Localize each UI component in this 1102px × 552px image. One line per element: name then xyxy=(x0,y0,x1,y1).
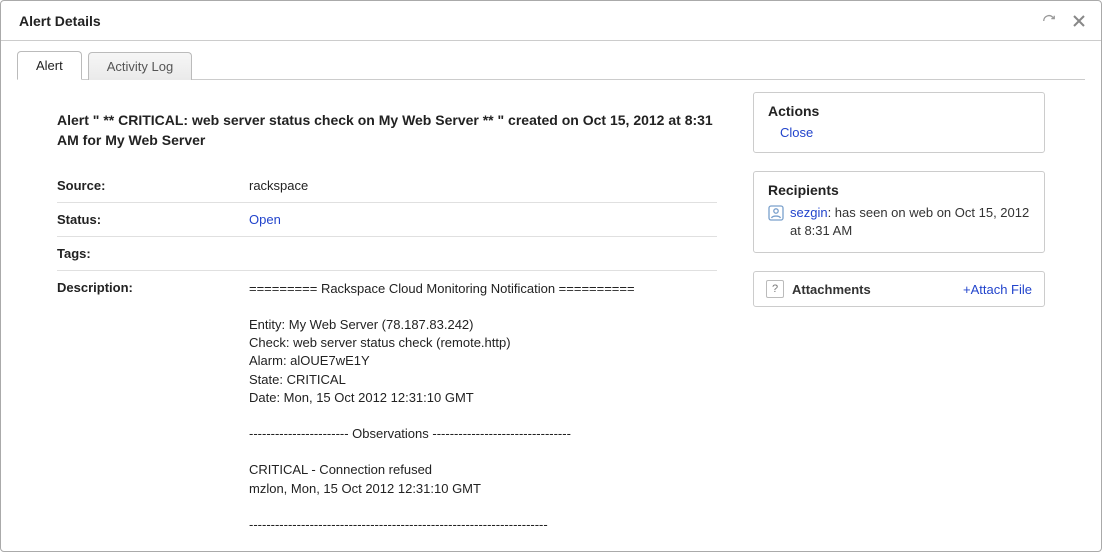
panel-title: Actions xyxy=(768,103,1030,119)
tab-activity-log[interactable]: Activity Log xyxy=(88,52,192,80)
panel-title: Recipients xyxy=(768,182,1030,198)
content-area: Alert " ** CRITICAL: web server status c… xyxy=(1,80,1101,543)
field-value: rackspace xyxy=(249,178,717,193)
titlebar: Alert Details xyxy=(1,1,1101,41)
recipient-text: sezgin: has seen on web on Oct 15, 2012 … xyxy=(790,204,1030,240)
attach-file-link[interactable]: +Attach File xyxy=(963,282,1032,297)
tab-label: Activity Log xyxy=(107,59,173,74)
recipients-panel: Recipients sezgin: has seen on web on Oc… xyxy=(753,171,1045,253)
tab-bar: Alert Activity Log xyxy=(17,50,1085,80)
field-value: Open xyxy=(249,212,717,227)
field-source: Source: rackspace xyxy=(57,169,717,203)
description-text: ========= Rackspace Cloud Monitoring Not… xyxy=(249,280,717,535)
field-tags: Tags: xyxy=(57,237,717,271)
window-title: Alert Details xyxy=(19,13,1029,29)
alert-headline: Alert " ** CRITICAL: web server status c… xyxy=(57,110,717,151)
side-panels: Actions Close Recipients sezgin: has see… xyxy=(753,92,1045,543)
field-value xyxy=(249,246,717,261)
field-label: Tags: xyxy=(57,246,249,261)
refresh-icon[interactable] xyxy=(1039,11,1059,31)
attachments-panel: ? Attachments +Attach File xyxy=(753,271,1045,307)
field-label: Source: xyxy=(57,178,249,193)
alert-details: Alert " ** CRITICAL: web server status c… xyxy=(57,110,717,543)
field-status: Status: Open xyxy=(57,203,717,237)
status-link[interactable]: Open xyxy=(249,212,281,227)
field-label: Status: xyxy=(57,212,249,227)
tab-label: Alert xyxy=(36,58,63,73)
tab-alert[interactable]: Alert xyxy=(17,51,82,80)
field-label: Description: xyxy=(57,280,249,295)
actions-panel: Actions Close xyxy=(753,92,1045,153)
recipient-item: sezgin: has seen on web on Oct 15, 2012 … xyxy=(768,204,1030,240)
close-icon[interactable] xyxy=(1069,11,1089,31)
close-action[interactable]: Close xyxy=(780,125,813,140)
user-icon xyxy=(768,205,784,221)
field-description: Description: ========= Rackspace Cloud M… xyxy=(57,271,717,544)
help-icon[interactable]: ? xyxy=(766,280,784,298)
panel-title: Attachments xyxy=(792,282,963,297)
recipient-name[interactable]: sezgin xyxy=(790,205,828,220)
